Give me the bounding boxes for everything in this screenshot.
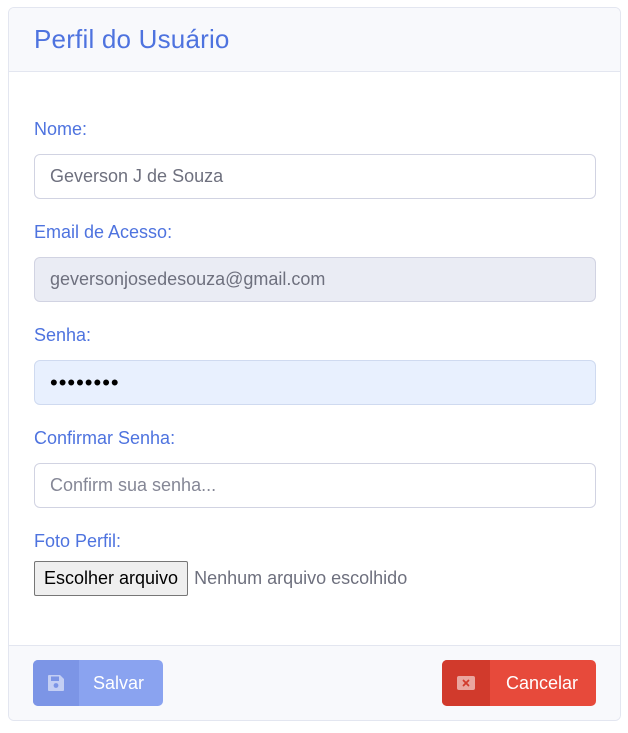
cancel-button-label: Cancelar [506, 672, 579, 693]
file-status-text: Nenhum arquivo escolhido [194, 568, 408, 588]
nome-input[interactable] [34, 154, 596, 199]
confirmar-senha-input[interactable] [34, 463, 596, 508]
card-footer: Salvar Cancelar [9, 645, 620, 720]
email-label: Email de Acesso: [34, 222, 173, 242]
choose-file-button[interactable]: Escolher arquivo [34, 561, 189, 596]
confirmar-senha-label: Confirmar Senha: [34, 428, 176, 448]
foto-perfil-label: Foto Perfil: [34, 531, 122, 551]
file-input: Escolher arquivo Nenhum arquivo escolhid… [34, 561, 407, 596]
email-input[interactable] [34, 257, 596, 302]
cancel-button[interactable]: Cancelar [442, 660, 596, 706]
save-button-label: Salvar [93, 672, 145, 693]
profile-card: Perfil do Usuário Nome: Email de Acesso:… [8, 7, 621, 721]
senha-label: Senha: [34, 325, 92, 345]
nome-label: Nome: [34, 119, 88, 139]
floppy-disk-icon [33, 660, 79, 706]
profile-form: Nome: Email de Acesso: Senha: Confirmar … [9, 72, 620, 645]
save-button[interactable]: Salvar [33, 660, 163, 706]
senha-input[interactable] [34, 360, 596, 405]
close-square-icon [442, 660, 490, 706]
card-header: Perfil do Usuário [9, 8, 620, 72]
page-title: Perfil do Usuário [34, 24, 230, 54]
